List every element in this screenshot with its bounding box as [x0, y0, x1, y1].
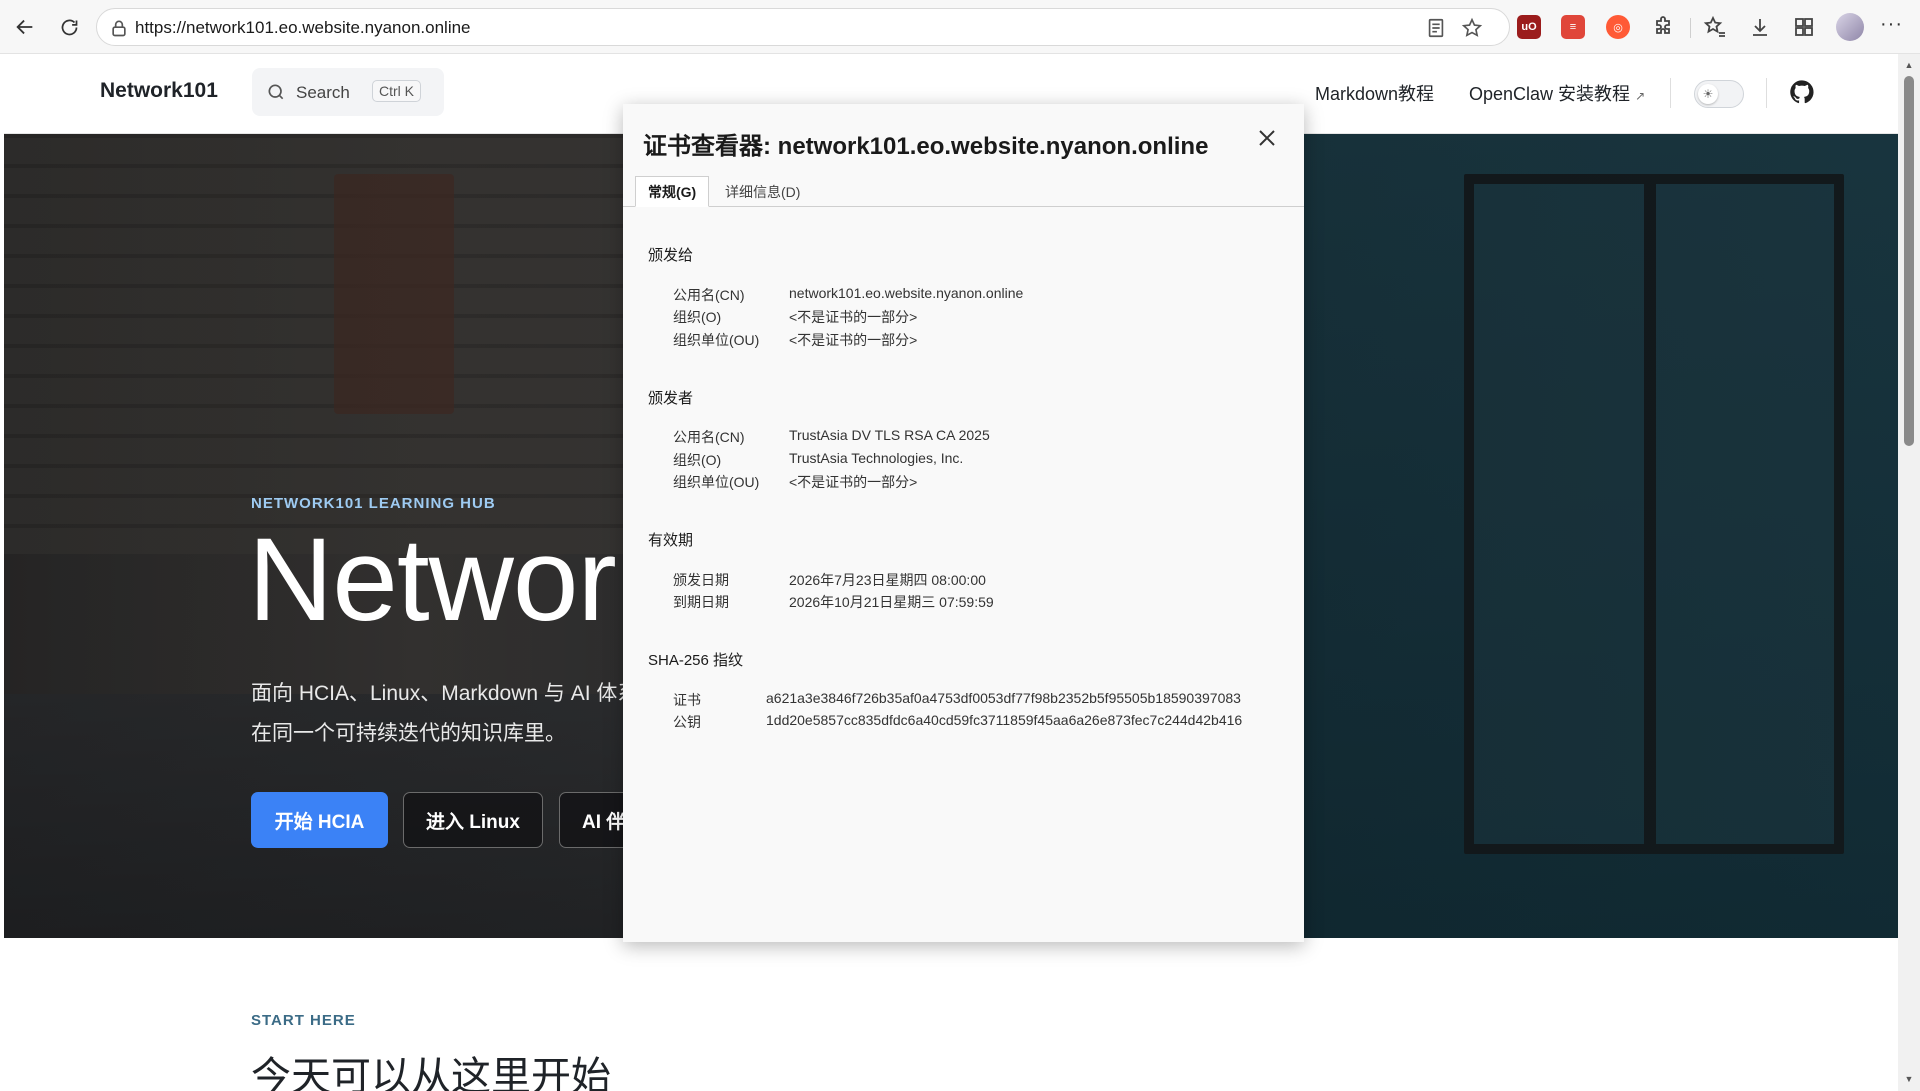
address-url[interactable]: https://network101.eo.website.nyanon.onl… [135, 18, 471, 38]
scroll-thumb[interactable] [1904, 76, 1914, 446]
extensions-puzzle-icon[interactable] [1651, 15, 1675, 39]
cert-tab-bar: 常规(G) 详细信息(D) [623, 174, 1304, 207]
fingerprint-key-label: 公钥 [673, 714, 701, 730]
issued-to-ou-label: 组织单位(OU) [673, 332, 760, 348]
issued-to-cn-label: 公用名(CN) [673, 287, 745, 303]
hero-eyebrow: NETWORK101 LEARNING HUB [251, 495, 496, 512]
issued-to-ou-value: <不是证书的一部分> [789, 332, 918, 348]
search-label: Search [296, 83, 350, 102]
start-eyebrow: START HERE [251, 1012, 356, 1029]
collections-icon[interactable] [1792, 15, 1816, 39]
issued-by-cn-label: 公用名(CN) [673, 429, 745, 445]
certificate-viewer-dialog: 证书查看器: network101.eo.website.nyanon.onli… [623, 104, 1304, 942]
scroll-down-arrow-icon[interactable]: ▼ [1904, 1074, 1914, 1084]
back-button[interactable] [10, 12, 40, 42]
profile-avatar[interactable] [1836, 13, 1864, 41]
nav-divider [1766, 78, 1767, 108]
close-icon[interactable] [1255, 126, 1279, 150]
start-title: 今天可以从这里开始 [251, 1055, 611, 1091]
issued-to-cn-value: network101.eo.website.nyanon.online [789, 285, 1024, 301]
download-icon[interactable] [1748, 15, 1772, 39]
reader-view-icon[interactable] [1425, 17, 1447, 39]
cert-dialog-title: 证书查看器: network101.eo.website.nyanon.onli… [643, 133, 1209, 160]
arrow-left-icon [16, 19, 33, 35]
page-viewport: Network101 Search Ctrl K Markdown教程 Open… [4, 54, 1898, 1091]
nav-link-markdown[interactable]: Markdown教程 [1315, 80, 1434, 106]
browser-toolbar: https://network101.eo.website.nyanon.onl… [0, 0, 1920, 54]
github-icon[interactable] [1788, 78, 1816, 106]
expiry-date-value: 2026年10月21日星期三 07:59:59 [789, 594, 994, 610]
nav-link-openclaw-label: OpenClaw 安装教程 [1469, 84, 1631, 104]
issue-date-value: 2026年7月23日星期四 08:00:00 [789, 572, 986, 588]
search-icon [268, 84, 284, 100]
nav-divider [1670, 78, 1671, 108]
page-scrollbar[interactable]: ▲ ▼ [1898, 54, 1920, 1091]
issued-by-o-value: TrustAsia Technologies, Inc. [789, 450, 964, 466]
search-button[interactable]: Search Ctrl K [252, 68, 444, 116]
external-link-icon: ↗ [1635, 89, 1646, 103]
fingerprint-heading: SHA-256 指纹 [648, 652, 744, 669]
search-shortcut: Ctrl K [372, 80, 421, 102]
issued-to-o-value: <不是证书的一部分> [789, 309, 918, 325]
start-hcia-button[interactable]: 开始 HCIA [251, 792, 388, 848]
camera-ext-icon[interactable]: ◎ [1606, 15, 1630, 39]
more-menu-icon[interactable]: ··· [1880, 13, 1903, 36]
validity-heading: 有效期 [648, 532, 694, 549]
issued-by-cn-value: TrustAsia DV TLS RSA CA 2025 [789, 427, 990, 443]
issue-date-label: 颁发日期 [673, 572, 729, 588]
favorites-icon[interactable] [1703, 15, 1727, 39]
site-logo[interactable]: Network101 [100, 79, 218, 103]
reader-ext-icon[interactable]: ≡ [1561, 15, 1585, 39]
nav-link-openclaw[interactable]: OpenClaw 安装教程 ↗ [1469, 80, 1645, 106]
issued-by-ou-label: 组织单位(OU) [673, 474, 760, 490]
tab-general[interactable]: 常规(G) [635, 176, 710, 207]
issued-by-heading: 颁发者 [648, 390, 694, 407]
fingerprint-key-value: 1dd20e5857cc835dfdc6a40cd59fc3711859f45a… [766, 712, 1243, 728]
reload-icon [61, 19, 77, 35]
lock-icon[interactable] [109, 18, 129, 38]
sun-icon: ☀ [1698, 84, 1718, 104]
fingerprint-cert-value: a621a3e3846f726b35af0a4753df0053df77f98b… [766, 690, 1241, 706]
issued-to-heading: 颁发给 [648, 247, 694, 264]
reload-button[interactable] [54, 12, 84, 42]
enter-linux-button[interactable]: 进入 Linux [403, 792, 543, 848]
address-bar[interactable]: https://network101.eo.website.nyanon.onl… [96, 8, 1510, 46]
fingerprint-cert-label: 证书 [673, 692, 701, 708]
toolbar-divider [1690, 18, 1691, 38]
ublock-icon[interactable]: uO [1517, 15, 1541, 39]
star-icon[interactable] [1461, 17, 1483, 39]
issued-to-o-label: 组织(O) [673, 309, 722, 325]
issued-by-ou-value: <不是证书的一部分> [789, 474, 918, 490]
theme-toggle[interactable]: ☀ [1694, 80, 1744, 108]
tab-details[interactable]: 详细信息(D) [713, 176, 812, 207]
scroll-up-arrow-icon[interactable]: ▲ [1904, 60, 1914, 70]
issued-by-o-label: 组织(O) [673, 452, 722, 468]
expiry-date-label: 到期日期 [673, 594, 729, 610]
